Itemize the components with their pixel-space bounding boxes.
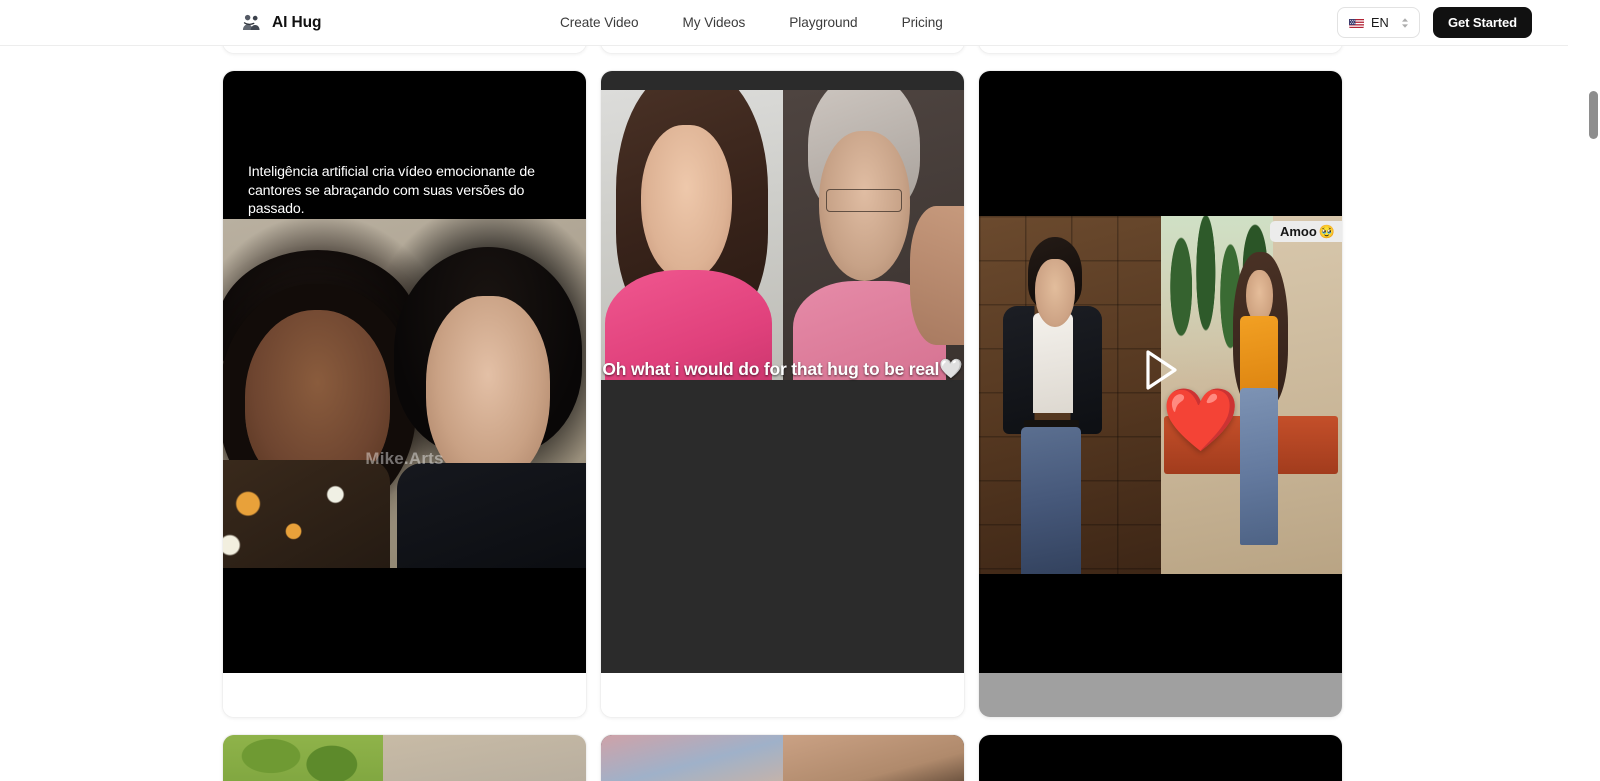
white-heart-icon: 🤍 (939, 359, 963, 380)
site-header: AI Hug Create Video My Videos Playground… (0, 0, 1568, 46)
video-card[interactable] (978, 734, 1343, 781)
decor-shirt (1033, 312, 1074, 413)
video-caption-row: Oh what i would do for that hug to be re… (601, 357, 964, 381)
card-footer (601, 673, 964, 717)
decor-top (1240, 316, 1279, 395)
decor-photo-grandmother (782, 90, 964, 380)
video-thumbnail[interactable]: Amoo 🥹 ❤️ (979, 71, 1342, 673)
video-card[interactable] (222, 734, 587, 781)
video-thumbnail[interactable]: Inteligência artificial cria vídeo emoci… (223, 71, 586, 673)
decor-shirt-left (223, 459, 390, 568)
play-triangle-icon (1141, 348, 1181, 397)
decor-photo-left (601, 735, 783, 781)
badge-label: Amoo (1279, 224, 1317, 239)
video-card[interactable] (600, 734, 965, 781)
video-watermark: Mike.Arts (365, 449, 444, 469)
decor-jacket-right (397, 463, 586, 568)
brand-logo-link[interactable]: AI Hug (239, 11, 321, 35)
video-gallery-grid: Inteligência artificial cria vídeo emoci… (222, 0, 1344, 781)
decor-jeans (1240, 387, 1279, 546)
video-caption: Inteligência artificial cria vídeo emoci… (248, 164, 535, 218)
decor-glasses (826, 188, 903, 212)
get-started-button[interactable]: Get Started (1433, 7, 1532, 38)
video-thumbnail[interactable]: Oh what i would do for that hug to be re… (601, 71, 964, 673)
decor-photo-man (979, 216, 1161, 574)
page-scrollbar-track[interactable] (1586, 46, 1600, 781)
nav-item-create-video[interactable]: Create Video (560, 15, 639, 30)
thumbnail-image: Mike.Arts (223, 219, 586, 568)
card-footer (223, 673, 586, 717)
main-navigation: Create Video My Videos Playground Pricin… (560, 15, 943, 30)
decor-arm (909, 206, 964, 346)
us-flag-icon (1349, 17, 1365, 28)
chevron-up-down-icon (1400, 16, 1410, 30)
decor-face (640, 124, 732, 282)
language-code: EN (1371, 15, 1389, 30)
decor-photo-young (601, 90, 783, 380)
language-selector[interactable]: EN (1337, 7, 1421, 38)
decor-photo-right (782, 735, 964, 781)
page-scrollbar-thumb[interactable] (1589, 91, 1598, 139)
video-caption: Oh what i would do for that hug to be re… (602, 359, 940, 379)
video-card-couple-amoo[interactable]: Amoo 🥹 ❤️ (978, 70, 1343, 718)
video-thumbnail[interactable] (223, 735, 586, 781)
play-button[interactable] (1138, 349, 1184, 395)
thumbnail-image (601, 90, 964, 380)
nav-item-pricing[interactable]: Pricing (902, 15, 943, 30)
pleading-face-icon: 🥹 (1318, 224, 1335, 239)
red-heart-icon: ❤️ (1162, 385, 1240, 455)
video-card-michael-jackson[interactable]: Inteligência artificial cria vídeo emoci… (222, 70, 587, 718)
video-thumbnail[interactable] (601, 735, 964, 781)
status-badge: Amoo 🥹 (1269, 221, 1342, 242)
video-card-grandmother-hug[interactable]: Oh what i would do for that hug to be re… (600, 70, 965, 718)
nav-item-playground[interactable]: Playground (789, 15, 857, 30)
brand-name: AI Hug (272, 13, 322, 31)
nav-item-my-videos[interactable]: My Videos (683, 15, 746, 30)
decor-face-right (426, 295, 550, 485)
card-footer (979, 673, 1342, 717)
hugging-people-icon (239, 11, 263, 35)
header-actions: EN Get Started (1337, 7, 1532, 38)
decor-foliage (223, 735, 383, 781)
page-root: AI Hug Create Video My Videos Playground… (0, 0, 1600, 781)
video-thumbnail[interactable] (979, 735, 1342, 781)
decor-jeans (1020, 427, 1081, 574)
decor-face (1035, 258, 1076, 327)
